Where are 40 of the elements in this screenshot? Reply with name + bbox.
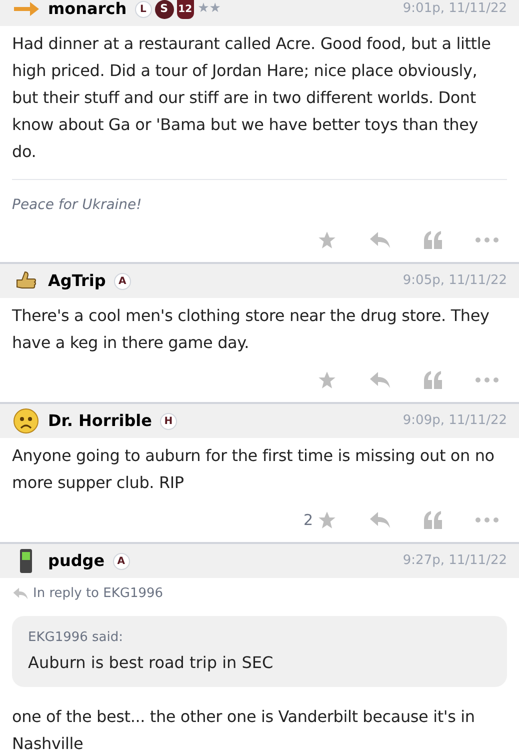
- more-icon[interactable]: [475, 377, 499, 383]
- quote-icon[interactable]: [423, 511, 443, 529]
- post-time: 9:01p, 11/11/22: [402, 0, 507, 18]
- post-text: Anyone going to auburn for the first time is missing out on no more supper club. RIP: [12, 445, 496, 494]
- username[interactable]: pudge: [48, 549, 105, 573]
- sad-face-icon: [13, 408, 39, 434]
- more-icon[interactable]: [475, 237, 499, 243]
- signature: Peace for Ukraine!: [12, 197, 142, 213]
- user-badge: A: [112, 552, 130, 570]
- username[interactable]: monarch: [48, 0, 127, 21]
- reply-icon[interactable]: [369, 371, 391, 389]
- quote-icon[interactable]: [423, 231, 443, 249]
- star-icon[interactable]: [317, 370, 337, 390]
- post-time: 9:05p, 11/11/22: [402, 272, 507, 290]
- rating: ★★: [198, 0, 221, 18]
- reply-icon: [12, 587, 29, 600]
- post-text: There's a cool men's clothing store near the drug store. They have a keg in there game day.: [12, 305, 490, 354]
- username[interactable]: AgTrip: [48, 269, 106, 293]
- reply-to-link[interactable]: In reply to EKG1996: [33, 584, 164, 604]
- post-time: 9:09p, 11/11/22: [402, 412, 507, 430]
- post-text: Had dinner at a restaurant called Acre. Good food, but a little high priced. Did a tour of Jordan Hare; nice place obviously, but their stuff and our stiff are in two different worlds. Dont know about Ga or 'Bama but we have better toys than they do.: [12, 33, 492, 163]
- star-count: 2: [303, 510, 313, 531]
- user-badge: H: [160, 412, 177, 430]
- post-time: 9:27p, 11/11/22: [402, 552, 507, 570]
- user-badge: S: [154, 0, 174, 18]
- post-text: one of the best... the other one is Vanderbilt because it's in Nashville: [12, 706, 476, 750]
- username[interactable]: Dr. Horrible: [48, 409, 152, 433]
- user-badge: L: [134, 0, 152, 18]
- quote-text: Auburn is best road trip in SEC: [28, 652, 274, 674]
- phone-icon: [19, 548, 33, 574]
- quote-author: EKG1996 said:: [28, 628, 124, 646]
- reply-icon[interactable]: [369, 511, 391, 529]
- arrow-icon: [12, 1, 40, 17]
- quote-icon[interactable]: [423, 371, 443, 389]
- reply-icon[interactable]: [369, 231, 391, 249]
- user-badge: A: [114, 272, 131, 290]
- star-icon[interactable]: [317, 510, 337, 530]
- more-icon[interactable]: [475, 517, 499, 523]
- user-badge: 12: [176, 0, 194, 18]
- star-icon[interactable]: [317, 230, 337, 250]
